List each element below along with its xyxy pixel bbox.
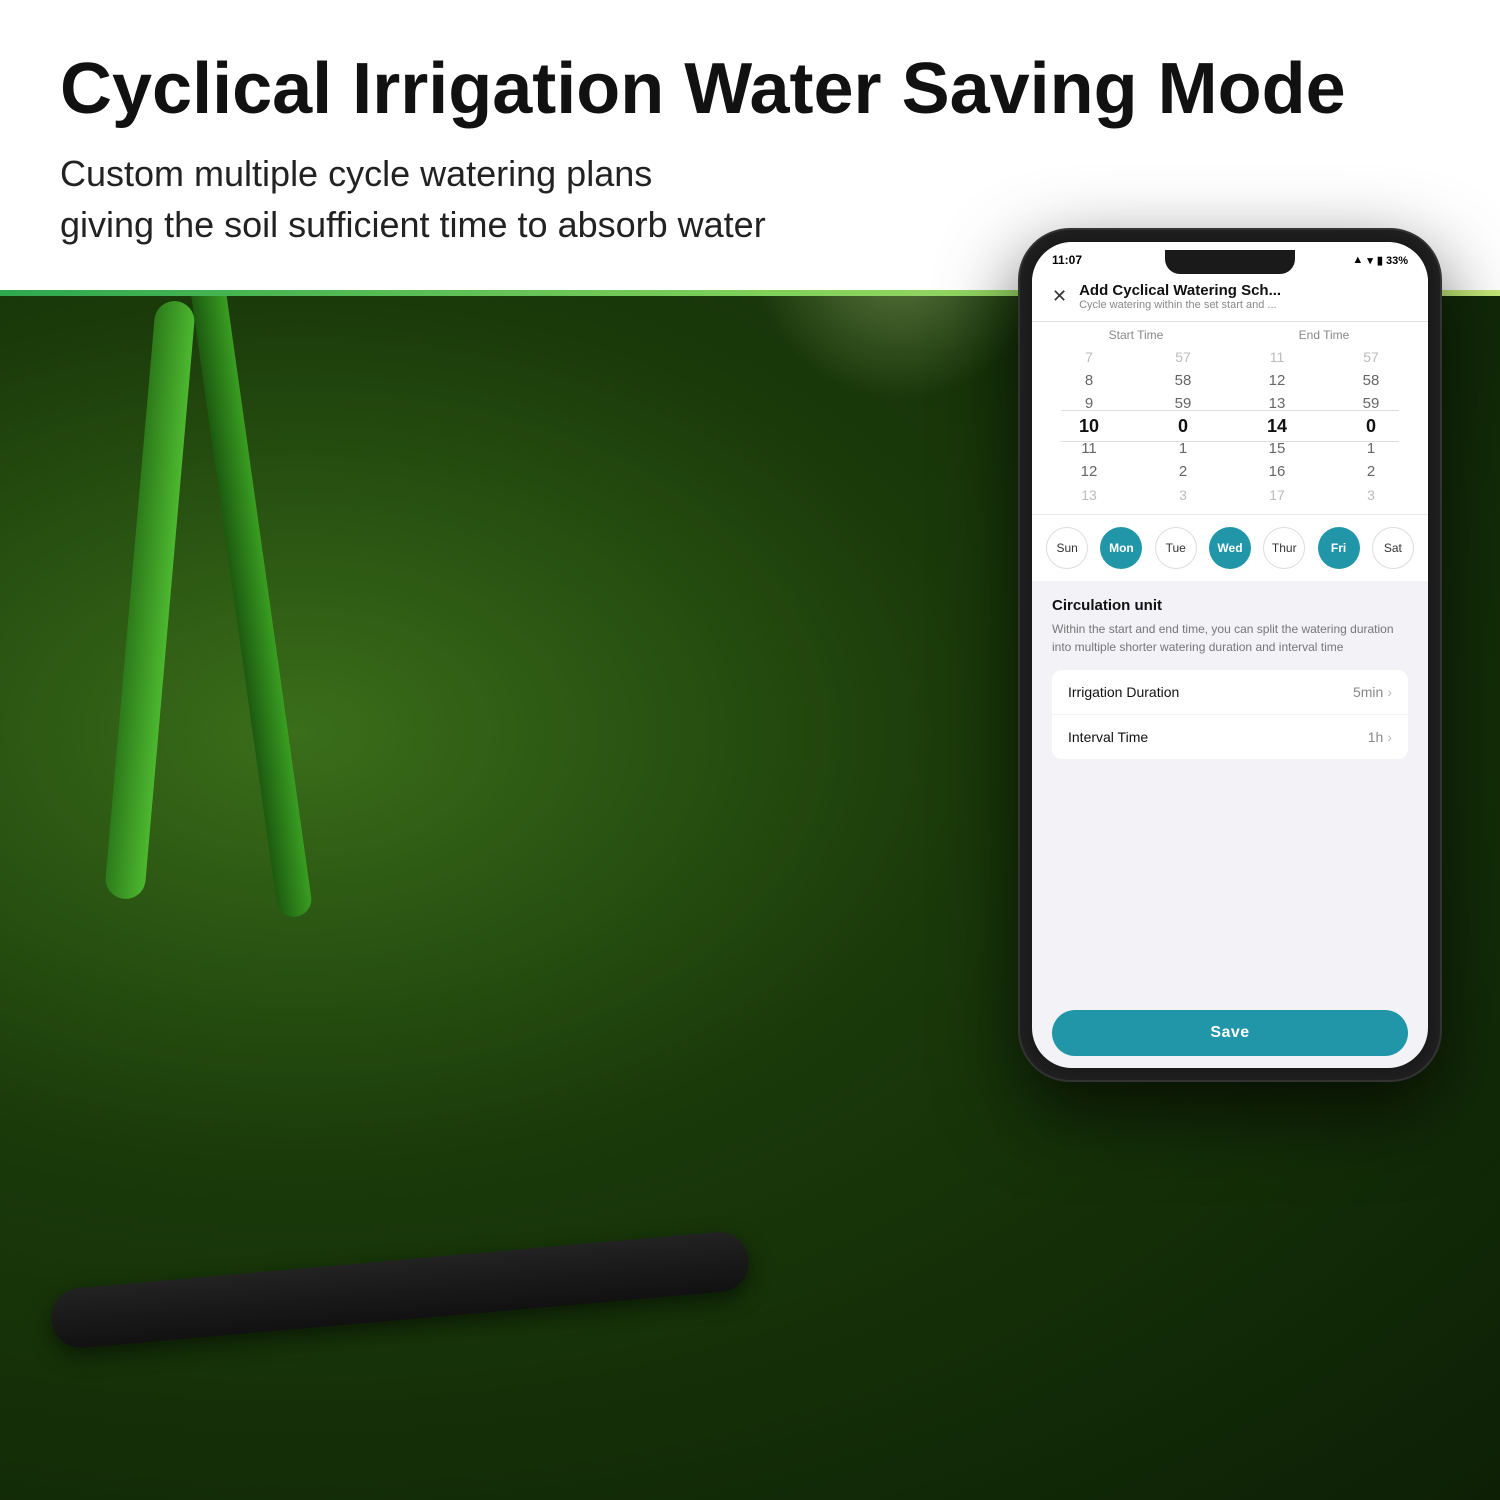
start-hour-column[interactable]: 7 8 9 10 11 12 13 <box>1048 346 1131 506</box>
phone-notch <box>1165 250 1295 274</box>
day-sun[interactable]: Sun <box>1046 527 1088 569</box>
start-h-8: 8 <box>1048 369 1131 392</box>
interval-time-label: Interval Time <box>1068 729 1148 745</box>
end-m-58: 58 <box>1330 369 1413 392</box>
end-h-11: 11 <box>1236 346 1319 369</box>
start-minute-column[interactable]: 57 58 59 0 1 2 3 <box>1142 346 1225 506</box>
status-icons: ▲ ▾ ▮ 33% <box>1352 254 1408 267</box>
start-m-2: 2 <box>1142 460 1225 483</box>
start-h-10: 10 <box>1048 415 1131 438</box>
end-h-17: 17 <box>1236 483 1319 506</box>
start-h-12: 12 <box>1048 460 1131 483</box>
circulation-section: Circulation unit Within the start and en… <box>1032 581 1428 998</box>
plant-stem-1 <box>104 299 196 900</box>
day-thur[interactable]: Thur <box>1263 527 1305 569</box>
end-h-13: 13 <box>1236 392 1319 415</box>
end-m-1: 1 <box>1330 437 1413 460</box>
start-h-9: 9 <box>1048 392 1131 415</box>
start-m-58: 58 <box>1142 369 1225 392</box>
end-m-0: 0 <box>1330 415 1413 438</box>
header-subtitle: Cycle watering within the set start and … <box>1079 299 1408 311</box>
circulation-description: Within the start and end time, you can s… <box>1052 620 1408 656</box>
status-time: 11:07 <box>1052 253 1082 267</box>
day-fri[interactable]: Fri <box>1318 527 1360 569</box>
day-sat[interactable]: Sat <box>1372 527 1414 569</box>
wifi-icon: ▾ <box>1367 254 1373 267</box>
time-labels: Start Time End Time <box>1042 322 1418 346</box>
end-h-14: 14 <box>1236 415 1319 438</box>
start-h-13: 13 <box>1048 483 1131 506</box>
phone-mockup: 11:07 8.7KL ▲ ▾ ▮ 33% ✕ Add Cyclical Wat… <box>1020 230 1440 1080</box>
app-header: ✕ Add Cyclical Watering Sch... Cycle wat… <box>1032 274 1428 322</box>
time-picker[interactable]: Start Time End Time 7 8 9 10 11 12 13 <box>1032 322 1428 514</box>
time-scroll[interactable]: 7 8 9 10 11 12 13 57 58 59 0 1 <box>1042 346 1418 506</box>
page-title: Cyclical Irrigation Water Saving Mode <box>60 50 1440 129</box>
drip-pipe <box>49 1230 752 1351</box>
interval-time-value: 1h › <box>1368 729 1392 745</box>
circulation-title: Circulation unit <box>1052 597 1408 614</box>
plant-stem-2 <box>181 221 313 919</box>
battery-icon: ▮ 33% <box>1377 254 1408 267</box>
end-time-label: End Time <box>1230 328 1418 342</box>
days-row: Sun Mon Tue Wed Thur Fri Sat <box>1032 514 1428 581</box>
start-h-11: 11 <box>1048 437 1131 460</box>
end-minute-column[interactable]: 57 58 59 0 1 2 3 <box>1330 346 1413 506</box>
header-title: Add Cyclical Watering Sch... <box>1079 282 1408 299</box>
start-m-59: 59 <box>1142 392 1225 415</box>
day-wed[interactable]: Wed <box>1209 527 1251 569</box>
interval-time-row[interactable]: Interval Time 1h › <box>1052 715 1408 759</box>
start-m-0: 0 <box>1142 415 1225 438</box>
irrigation-duration-label: Irrigation Duration <box>1068 684 1179 700</box>
day-mon[interactable]: Mon <box>1100 527 1142 569</box>
irrigation-chevron-icon: › <box>1387 684 1392 700</box>
phone-screen: 11:07 8.7KL ▲ ▾ ▮ 33% ✕ Add Cyclical Wat… <box>1032 242 1428 1068</box>
end-hour-column[interactable]: 11 12 13 14 15 16 17 <box>1236 346 1319 506</box>
interval-chevron-icon: › <box>1387 729 1392 745</box>
end-h-16: 16 <box>1236 460 1319 483</box>
start-time-label: Start Time <box>1042 328 1230 342</box>
start-m-3: 3 <box>1142 483 1225 506</box>
header-text: Add Cyclical Watering Sch... Cycle water… <box>1079 282 1408 311</box>
day-tue[interactable]: Tue <box>1155 527 1197 569</box>
irrigation-duration-row[interactable]: Irrigation Duration 5min › <box>1052 670 1408 714</box>
end-h-15: 15 <box>1236 437 1319 460</box>
phone-outer: 11:07 8.7KL ▲ ▾ ▮ 33% ✕ Add Cyclical Wat… <box>1020 230 1440 1080</box>
end-h-12: 12 <box>1236 369 1319 392</box>
start-m-57: 57 <box>1142 346 1225 369</box>
start-h-7: 7 <box>1048 346 1131 369</box>
end-m-2: 2 <box>1330 460 1413 483</box>
end-m-57: 57 <box>1330 346 1413 369</box>
signal-icon: ▲ <box>1352 254 1363 266</box>
save-button[interactable]: Save <box>1052 1010 1408 1056</box>
close-button[interactable]: ✕ <box>1052 286 1067 307</box>
end-m-59: 59 <box>1330 392 1413 415</box>
irrigation-duration-value: 5min › <box>1353 684 1392 700</box>
start-m-1: 1 <box>1142 437 1225 460</box>
end-m-3: 3 <box>1330 483 1413 506</box>
